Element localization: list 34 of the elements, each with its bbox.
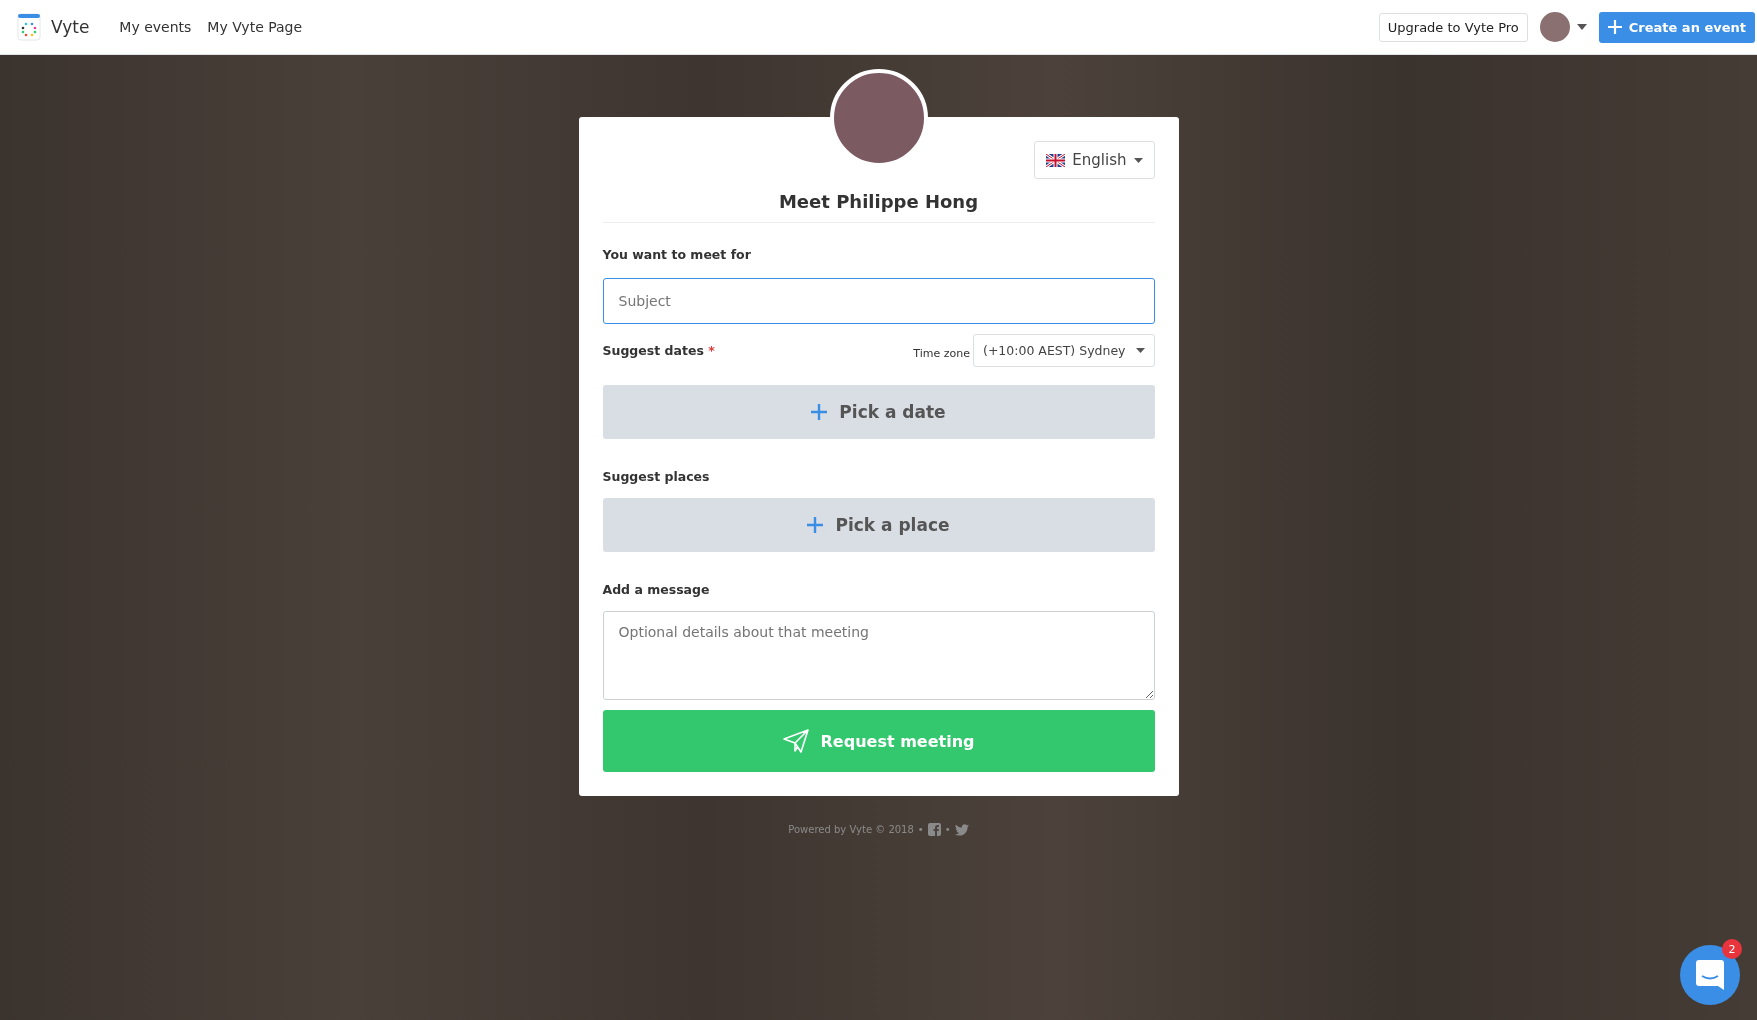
plus-icon — [811, 404, 828, 420]
caret-icon — [1135, 348, 1145, 353]
pick-place-button[interactable]: Pick a place — [602, 498, 1155, 552]
brand-link[interactable]: Vyte — [51, 17, 90, 37]
chat-bubble-icon — [1696, 960, 1724, 990]
caret-icon — [1133, 157, 1143, 163]
plus-icon — [807, 517, 824, 533]
field-label: Suggest places — [602, 469, 711, 484]
upgrade-button[interactable]: Upgrade to Vyte Pro — [1378, 12, 1528, 42]
timezone-dropdown[interactable]: (+10:00 AEST) Sydney — [973, 334, 1155, 367]
paper-plane-icon — [782, 729, 809, 753]
card-title: Meet Philippe Hong — [777, 191, 980, 212]
facebook-icon[interactable] — [927, 823, 941, 836]
field-label: Add a message — [602, 582, 711, 597]
separator-dot: • — [917, 824, 924, 835]
field-label: You want to meet for — [602, 247, 752, 262]
flag-icon — [1046, 153, 1066, 167]
language-dropdown[interactable]: English — [1034, 141, 1155, 179]
bird-icon[interactable] — [954, 823, 969, 836]
subject-input[interactable]: Subject — [602, 278, 1155, 324]
separator-dot: • — [944, 824, 951, 835]
chat-launcher-button[interactable] — [1680, 945, 1740, 1005]
user-avatar[interactable] — [1539, 12, 1570, 42]
nav-link[interactable]: My Vyte Page — [207, 19, 303, 35]
message-textarea[interactable]: Optional details about that meeting — [602, 611, 1155, 700]
caret-icon[interactable] — [1576, 24, 1587, 30]
nav-link[interactable]: My events — [119, 19, 192, 35]
timezone-label: Time zone — [913, 347, 970, 360]
pick-date-button[interactable]: Pick a date — [602, 385, 1155, 439]
field-label: Suggest dates * — [602, 343, 715, 358]
notification-badge: 2 — [1722, 939, 1742, 959]
footer-text: Powered by Vyte © 2018 — [788, 824, 914, 835]
plus-icon — [1607, 20, 1622, 34]
calendar-logo-icon[interactable] — [17, 12, 41, 42]
